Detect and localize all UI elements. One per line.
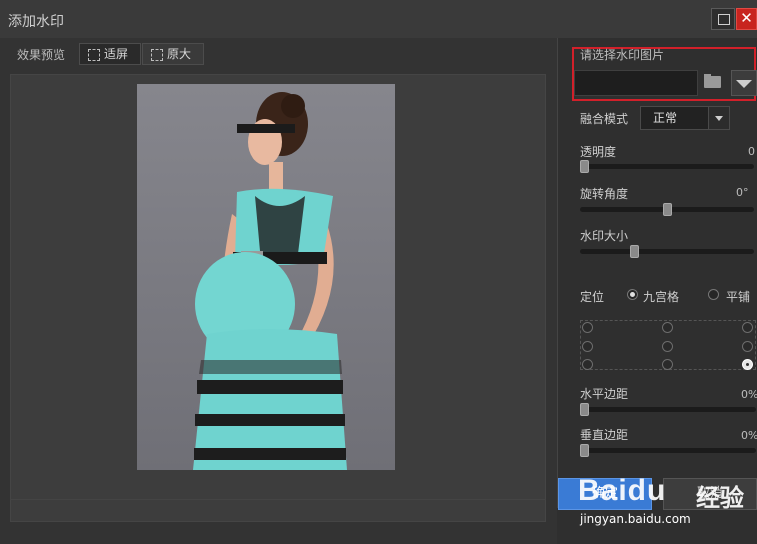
grid-middle-left[interactable] bbox=[582, 341, 593, 352]
fit-screen-button[interactable]: 适屏 bbox=[79, 43, 141, 65]
baidu-watermark: Baidu 经验 jingyan.baidu.com bbox=[578, 458, 757, 544]
preview-panel: 效果预览 适屏 原大 bbox=[0, 38, 557, 544]
tile-mode-label: 平铺 bbox=[726, 290, 751, 304]
photo-illustration bbox=[137, 84, 395, 470]
settings-panel: 请选择水印图片 融合模式 正常 透明度 0 旋转角度 0° 水印大小 定位 九宫… bbox=[557, 38, 757, 508]
watermark-size-slider-thumb[interactable] bbox=[629, 245, 639, 258]
blend-mode-select[interactable]: 正常 bbox=[640, 106, 730, 130]
rotation-slider-thumb[interactable] bbox=[662, 203, 672, 216]
watermark-size-label: 水印大小 bbox=[580, 229, 629, 243]
original-size-icon bbox=[151, 49, 163, 61]
title-bar: 添加水印 ✕ bbox=[0, 0, 757, 39]
position-label: 定位 bbox=[580, 290, 605, 304]
divider bbox=[10, 499, 546, 500]
rotation-value: 0° bbox=[736, 186, 749, 199]
fit-screen-label: 适屏 bbox=[104, 47, 129, 61]
blend-mode-value: 正常 bbox=[653, 111, 678, 125]
window-title: 添加水印 bbox=[8, 14, 64, 30]
grid-middle-center[interactable] bbox=[662, 341, 673, 352]
grid-top-right[interactable] bbox=[742, 322, 753, 333]
opacity-value: 0 bbox=[748, 145, 755, 158]
horizontal-margin-slider-thumb[interactable] bbox=[580, 403, 589, 416]
vertical-margin-slider-thumb[interactable] bbox=[580, 444, 589, 457]
grid-bottom-center[interactable] bbox=[662, 359, 673, 370]
blend-mode-label: 融合模式 bbox=[580, 112, 629, 126]
horizontal-margin-value: 0% bbox=[741, 388, 757, 401]
grid-bottom-right[interactable] bbox=[742, 359, 753, 370]
vertical-margin-label: 垂直边距 bbox=[580, 428, 629, 442]
watermark-brand: Baidu bbox=[578, 474, 667, 507]
original-size-label: 原大 bbox=[167, 47, 192, 61]
vertical-margin-slider[interactable] bbox=[580, 448, 756, 453]
opacity-slider-thumb[interactable] bbox=[580, 160, 589, 173]
chevron-down-icon bbox=[708, 107, 729, 129]
close-icon: ✕ bbox=[740, 9, 753, 27]
grid-middle-right[interactable] bbox=[742, 341, 753, 352]
grid-bottom-left[interactable] bbox=[582, 359, 593, 370]
grid-mode-label: 九宫格 bbox=[643, 290, 680, 304]
original-size-button[interactable]: 原大 bbox=[142, 43, 204, 65]
watermark-product: 经验 bbox=[696, 484, 744, 512]
watermark-image-label: 请选择水印图片 bbox=[580, 48, 665, 62]
watermark-dropdown-button[interactable] bbox=[731, 70, 757, 96]
opacity-slider[interactable] bbox=[580, 164, 754, 169]
watermark-size-slider[interactable] bbox=[580, 249, 754, 254]
grid-top-center[interactable] bbox=[662, 322, 673, 333]
watermark-url: jingyan.baidu.com bbox=[580, 512, 691, 526]
close-button[interactable]: ✕ bbox=[736, 8, 757, 30]
grid-top-left[interactable] bbox=[582, 322, 593, 333]
horizontal-margin-slider[interactable] bbox=[580, 407, 756, 412]
browse-button[interactable] bbox=[702, 71, 724, 93]
folder-icon-body bbox=[704, 76, 721, 88]
tile-mode-radio[interactable] bbox=[708, 289, 719, 300]
rotation-label: 旋转角度 bbox=[580, 187, 629, 201]
grid-mode-radio[interactable] bbox=[627, 289, 638, 300]
vertical-margin-value: 0% bbox=[741, 429, 757, 442]
watermark-image-field[interactable] bbox=[574, 70, 698, 96]
triangle-down-icon bbox=[736, 80, 752, 88]
maximize-icon bbox=[718, 14, 730, 25]
preview-photo bbox=[137, 84, 395, 470]
preview-label: 效果预览 bbox=[17, 48, 66, 62]
maximize-button[interactable] bbox=[711, 8, 735, 30]
opacity-label: 透明度 bbox=[580, 145, 617, 159]
horizontal-margin-label: 水平边距 bbox=[580, 387, 629, 401]
fit-screen-icon bbox=[88, 49, 100, 61]
